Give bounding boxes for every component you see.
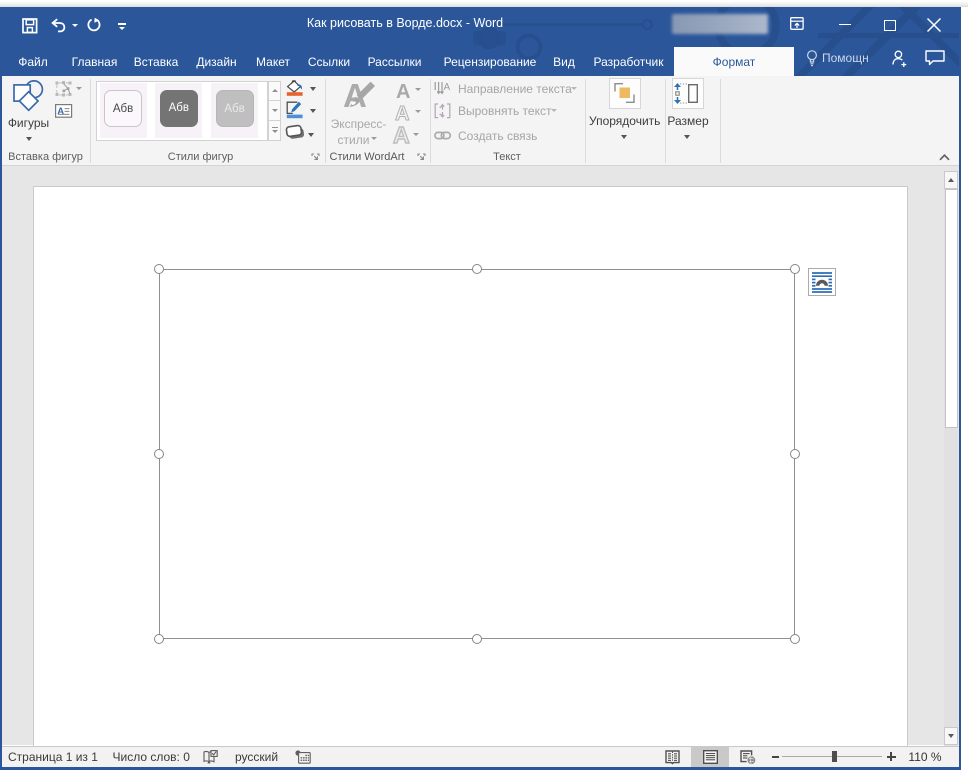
svg-text:А: А (396, 83, 410, 99)
svg-text:A: A (444, 82, 451, 93)
svg-text:A: A (57, 106, 64, 117)
svg-text:А: А (395, 105, 409, 121)
svg-text:А: А (393, 126, 410, 144)
